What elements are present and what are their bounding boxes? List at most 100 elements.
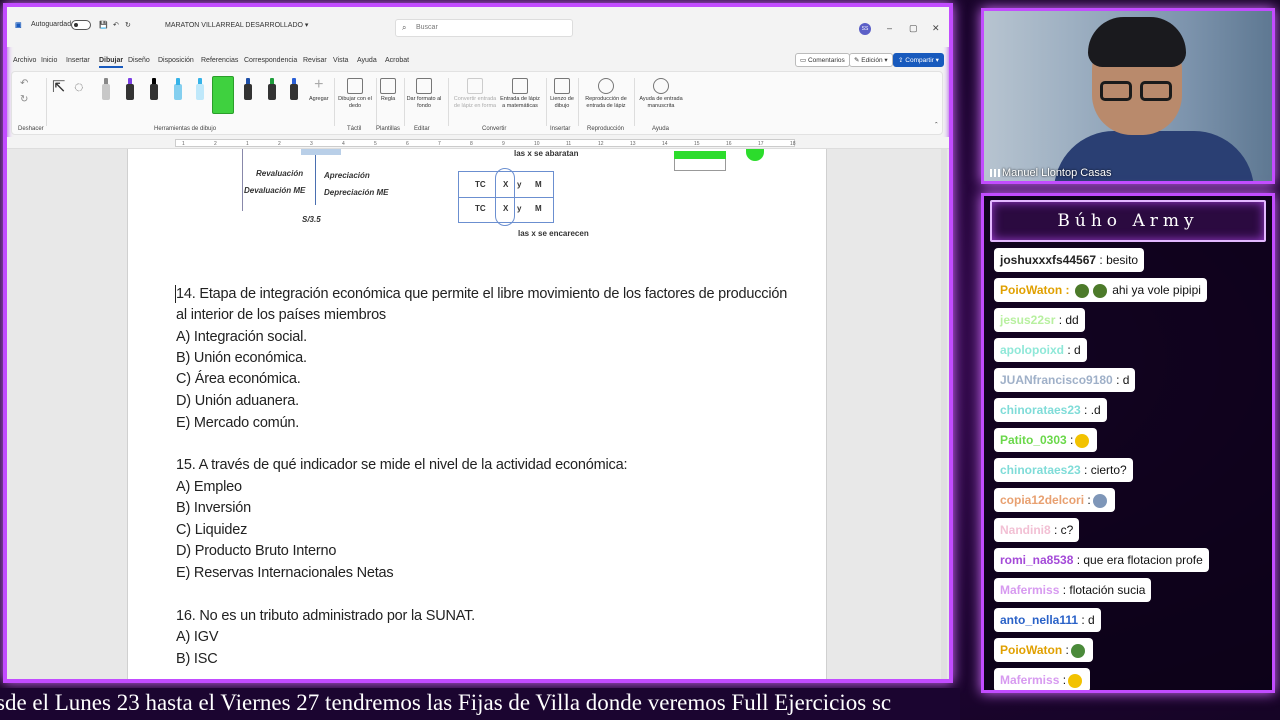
chat-username[interactable]: Mafermiss	[1000, 583, 1063, 597]
q15-option-a[interactable]: A) Empleo	[176, 479, 242, 495]
vertical-scrollbar[interactable]	[941, 149, 947, 679]
presenter-hair	[1088, 17, 1186, 67]
draw-with-finger-button[interactable]: Dibujar con el dedo	[336, 78, 374, 109]
menu-insertar[interactable]: Insertar	[66, 57, 90, 64]
close-icon[interactable]: ✕	[932, 23, 940, 34]
chat-username[interactable]: JUANfrancisco9180	[1000, 373, 1116, 387]
minimize-icon[interactable]: –	[887, 23, 892, 33]
avatar[interactable]: SS	[859, 23, 871, 35]
redo-icon[interactable]: ↻	[125, 21, 131, 29]
ink-help-button[interactable]: Ayuda de entrada manuscrita	[636, 78, 686, 109]
pen-dark-blue[interactable]	[242, 78, 254, 104]
question-14-line2[interactable]: al interior de los países miembros	[176, 307, 386, 323]
menu-dibujar[interactable]: Dibujar	[99, 57, 124, 68]
chat-text: : d	[1116, 373, 1130, 387]
replay-icon	[598, 78, 614, 94]
menu-referencias[interactable]: Referencias	[201, 57, 238, 64]
ink-replay-button[interactable]: Reproducción de entrada de lápiz	[580, 78, 632, 109]
pen-black[interactable]	[148, 78, 160, 104]
redo-ribbon-icon[interactable]: ↻	[20, 94, 28, 106]
chat-text: : que era flotacion profe	[1076, 553, 1203, 567]
q16-option-a[interactable]: A) IGV	[176, 629, 219, 645]
q14-option-c[interactable]: C) Área económica.	[176, 371, 301, 387]
collapse-ribbon-icon[interactable]: ⌃	[934, 122, 939, 129]
search-icon: ⌕	[402, 23, 407, 32]
ink-to-shape-button[interactable]: Convertir entrada de lápiz en forma	[450, 78, 500, 109]
chat-message: Nandini8 : c?	[994, 518, 1080, 542]
add-pen-button[interactable]: + Agregar	[309, 77, 329, 103]
pen-light-blue[interactable]	[194, 78, 206, 104]
menu-disposicion[interactable]: Disposición	[158, 57, 194, 64]
chat-username[interactable]: romi_na8538	[1000, 553, 1077, 567]
chat-username[interactable]: Mafermiss	[1000, 673, 1063, 687]
q14-option-d[interactable]: D) Unión aduanera.	[176, 393, 299, 409]
pen-blue[interactable]	[288, 78, 300, 104]
select-arrow-icon[interactable]: ⇱	[52, 78, 65, 97]
chat-panel: Búho Army joshuxxxfs44567 : besito PoioWa…	[981, 193, 1275, 693]
chat-username[interactable]: Patito_0303	[1000, 433, 1070, 447]
right-lens	[1140, 81, 1172, 101]
emote-icon	[1092, 283, 1107, 298]
separator	[46, 78, 47, 126]
search-input[interactable]: ⌕ Buscar	[395, 19, 573, 37]
menu-archivo[interactable]: Archivo	[13, 57, 36, 64]
menu-acrobat[interactable]: Acrobat	[385, 57, 409, 64]
share-button[interactable]: ⇪ Compartir ▾	[893, 53, 944, 67]
q15-option-b[interactable]: B) Inversión	[176, 500, 251, 516]
q14-option-a[interactable]: A) Integración social.	[176, 329, 307, 345]
ruler-number: 12	[598, 141, 604, 147]
edit-mode-button[interactable]: ✎ Edición ▾	[849, 53, 893, 67]
menu-revisar[interactable]: Revisar	[303, 57, 327, 64]
highlighter-green-selected[interactable]	[212, 76, 234, 114]
q16-option-b[interactable]: B) ISC	[176, 651, 218, 667]
undo-ribbon-icon[interactable]: ↶	[20, 78, 28, 90]
chat-text: :	[1070, 433, 1074, 447]
menu-diseno[interactable]: Diseño	[128, 57, 150, 64]
chat-username[interactable]: anto_nella111	[1000, 613, 1081, 627]
save-icon[interactable]: 💾	[99, 21, 108, 29]
background-format-button[interactable]: Dar formato al fondo	[406, 78, 442, 109]
menu-ayuda[interactable]: Ayuda	[357, 57, 377, 64]
question-15[interactable]: 15. A través de qué indicador se mide el…	[176, 457, 627, 473]
q14-option-e[interactable]: E) Mercado común.	[176, 415, 299, 431]
document-title[interactable]: MARATON VILLARREAL DESARROLLADO ▾	[165, 21, 308, 29]
menu-correspondencia[interactable]: Correspondencia	[244, 57, 297, 64]
question-14-line1[interactable]: 14. Etapa de integración económica que p…	[176, 286, 787, 302]
chat-message: Mafermiss :	[994, 668, 1091, 690]
q15-option-c[interactable]: C) Liquidez	[176, 522, 247, 538]
undo-icon[interactable]: ↶	[113, 21, 119, 29]
chat-username[interactable]: PoioWaton :	[1000, 283, 1073, 297]
ruler-button[interactable]: Regla	[380, 78, 396, 103]
ruler-number: 14	[662, 141, 668, 147]
pen-cyan[interactable]	[172, 78, 184, 104]
eraser-tool[interactable]	[100, 78, 112, 104]
menu-inicio[interactable]: Inicio	[41, 57, 57, 64]
presenter-name-tag: Manuel Llontop Casas	[990, 167, 1111, 179]
maximize-icon[interactable]: ▢	[909, 23, 918, 34]
chat-text: :	[1087, 493, 1091, 507]
chat-username[interactable]: chinorataes23	[1000, 403, 1084, 417]
chat-username[interactable]: Nandini8	[1000, 523, 1054, 537]
chat-username[interactable]: copia12delcori	[1000, 493, 1087, 507]
autosave-toggle[interactable]	[71, 20, 91, 30]
lasso-icon[interactable]: ◌	[74, 78, 84, 97]
pen-purple[interactable]	[124, 78, 136, 104]
chat-username[interactable]: apolopoixd	[1000, 343, 1067, 357]
chat-username[interactable]: PoioWaton	[1000, 643, 1066, 657]
q15-option-e[interactable]: E) Reservas Internacionales Netas	[176, 565, 394, 581]
q15-option-d[interactable]: D) Producto Bruto Interno	[176, 543, 336, 559]
chat-username[interactable]: jesus22sr	[1000, 313, 1059, 327]
question-16[interactable]: 16. No es un tributo administrado por la…	[176, 608, 475, 624]
chat-username[interactable]: chinorataes23	[1000, 463, 1084, 477]
menu-vista[interactable]: Vista	[333, 57, 348, 64]
chat-username[interactable]: joshuxxxfs44567	[1000, 253, 1099, 267]
pen-green[interactable]	[266, 78, 278, 104]
convert-group-label: Convertir	[482, 126, 507, 132]
q14-option-b[interactable]: B) Unión económica.	[176, 350, 307, 366]
ruler-number: 6	[406, 141, 409, 147]
comments-button[interactable]: ▭ Comentarios	[795, 53, 850, 67]
ink-to-math-button[interactable]: Entrada de lápiz a matemáticas	[498, 78, 542, 109]
shapes-icon	[467, 78, 483, 94]
drawing-canvas-button[interactable]: Lienzo de dibujo	[548, 78, 576, 109]
help-icon	[653, 78, 669, 94]
